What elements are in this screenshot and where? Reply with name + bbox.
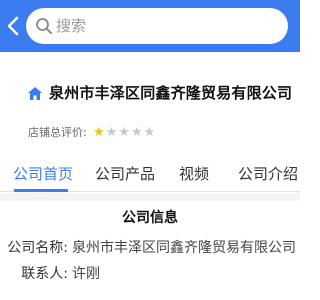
active-tab-indicator bbox=[14, 189, 68, 192]
info-label: 公司名称: bbox=[7, 240, 68, 256]
info-value: 泉州市丰泽区同鑫齐隆贸易有限公司 bbox=[72, 240, 296, 256]
rating-stars: ★ ★ ★ ★ ★ bbox=[93, 126, 155, 140]
info-label: 联系人: bbox=[21, 266, 68, 282]
rating-label: 店铺总评价: bbox=[28, 126, 87, 139]
star-empty-icon: ★ bbox=[105, 125, 118, 140]
tab-company-home[interactable]: 公司首页 bbox=[13, 163, 73, 185]
search-placeholder: 搜索 bbox=[56, 17, 87, 35]
star-empty-icon: ★ bbox=[118, 125, 130, 140]
company-name: 泉州市丰泽区同鑫齐隆贸易有限公司 bbox=[49, 84, 293, 102]
top-bar: 搜索 bbox=[0, 0, 300, 52]
info-row-contact: 联系人: 许刚 bbox=[0, 263, 300, 285]
company-info-title: 公司信息 bbox=[122, 210, 178, 226]
info-row-company-name: 公司名称: 泉州市丰泽区同鑫齐隆贸易有限公司 bbox=[0, 237, 300, 259]
star-filled-icon: ★ bbox=[93, 125, 105, 140]
section-divider bbox=[0, 193, 300, 201]
tab-videos[interactable]: 视频 bbox=[179, 163, 209, 185]
tab-company-intro[interactable]: 公司介绍 bbox=[238, 163, 298, 185]
star-empty-icon: ★ bbox=[143, 125, 156, 140]
tab-company-products[interactable]: 公司产品 bbox=[95, 163, 155, 185]
back-button[interactable] bbox=[3, 12, 25, 40]
tab-bar: 公司首页 公司产品 视频 公司介绍 bbox=[0, 158, 300, 192]
info-value: 许刚 bbox=[72, 266, 100, 282]
search-input[interactable]: 搜索 bbox=[26, 8, 288, 44]
home-icon bbox=[28, 87, 42, 100]
search-icon bbox=[36, 18, 52, 34]
chevron-left-icon bbox=[7, 16, 19, 36]
star-empty-icon: ★ bbox=[130, 125, 143, 140]
